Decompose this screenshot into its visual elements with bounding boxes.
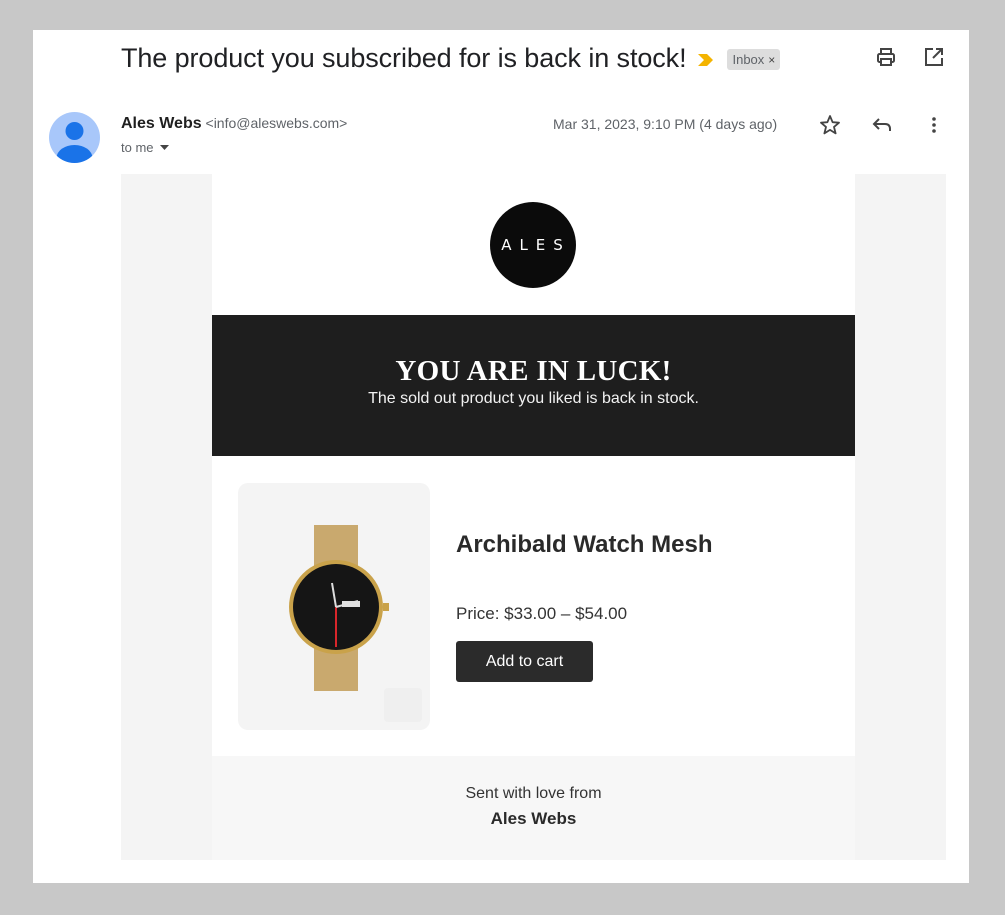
open-in-new-window-icon[interactable] bbox=[923, 46, 945, 68]
recipient-label: to me bbox=[121, 140, 154, 155]
zoom-button[interactable] bbox=[384, 688, 422, 722]
star-icon bbox=[820, 115, 840, 135]
top-icons bbox=[875, 46, 945, 68]
reply-button[interactable] bbox=[871, 114, 923, 138]
star-button[interactable] bbox=[819, 114, 871, 138]
caret-down-icon bbox=[159, 144, 169, 150]
email-date: Mar 31, 2023, 9:10 PM (4 days ago) bbox=[553, 116, 778, 132]
sender-name[interactable]: Ales Webs bbox=[121, 115, 202, 132]
announcement-banner: YOU ARE IN LUCK! The sold out product yo… bbox=[212, 315, 855, 456]
inbox-label: Inbox bbox=[732, 52, 765, 67]
footer-brand: Ales Webs bbox=[490, 809, 577, 828]
recipient-details-toggle[interactable]: to me bbox=[121, 140, 169, 155]
newsletter-container: ALES YOU ARE IN LUCK! The sold out produ… bbox=[212, 174, 855, 860]
banner-subtitle: The sold out product you liked is back i… bbox=[368, 390, 699, 407]
message-actions bbox=[819, 114, 975, 138]
product-image[interactable] bbox=[238, 483, 430, 730]
brand-logo[interactable]: ALES bbox=[490, 202, 576, 288]
email-body: ALES YOU ARE IN LUCK! The sold out produ… bbox=[121, 174, 946, 860]
add-to-cart-button[interactable]: Add to cart bbox=[456, 641, 593, 682]
banner-title: YOU ARE IN LUCK! bbox=[395, 355, 672, 387]
reply-icon bbox=[872, 118, 891, 131]
footer-text: Sent with love from bbox=[465, 785, 602, 802]
more-options-button[interactable] bbox=[923, 114, 975, 138]
remove-label-icon[interactable]: × bbox=[768, 53, 775, 67]
print-icon[interactable] bbox=[875, 46, 897, 68]
email-card: The product you subscribed for is back i… bbox=[33, 30, 969, 883]
email-subject: The product you subscribed for is back i… bbox=[121, 42, 687, 73]
email-footer: Sent with love from Ales Webs bbox=[212, 756, 855, 860]
product-name[interactable]: Archibald Watch Mesh bbox=[456, 531, 712, 559]
inbox-label-chip[interactable]: Inbox × bbox=[727, 49, 781, 70]
sender-avatar[interactable] bbox=[49, 112, 100, 163]
sender-line: Ales Webs <info@aleswebs.com> bbox=[121, 115, 347, 133]
subject-row: The product you subscribed for is back i… bbox=[121, 42, 781, 74]
importance-marker-icon[interactable] bbox=[698, 53, 714, 66]
product-price: Price: $33.00 – $54.00 bbox=[456, 604, 628, 623]
sender-email: <info@aleswebs.com> bbox=[205, 115, 348, 131]
person-icon bbox=[56, 122, 93, 163]
more-vert-icon bbox=[932, 117, 936, 133]
